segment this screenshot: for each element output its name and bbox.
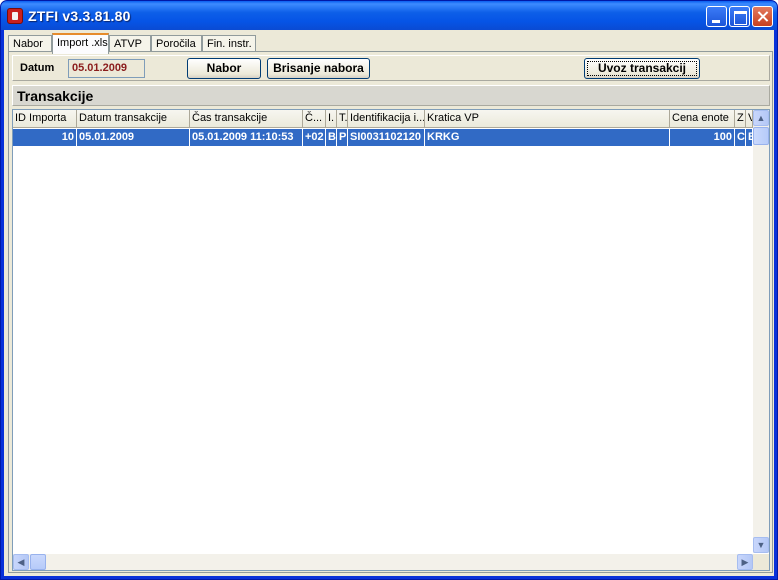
app-icon: [7, 8, 23, 24]
title-bar[interactable]: ZTFI v3.3.81.80: [1, 1, 777, 30]
column-header[interactable]: Kratica VP: [425, 110, 670, 128]
table-cell: KRKG: [425, 129, 670, 146]
datum-label: Datum: [20, 62, 55, 74]
table-cell: P: [337, 129, 348, 146]
column-header[interactable]: Identifikacija i...: [348, 110, 425, 128]
scroll-down-icon[interactable]: ▼: [753, 537, 769, 553]
nabor-button[interactable]: Nabor: [187, 58, 261, 79]
horizontal-scrollbar[interactable]: ◀ ▶: [13, 554, 753, 570]
table-cell: 10: [13, 129, 77, 146]
scroll-up-icon[interactable]: ▲: [753, 110, 769, 126]
tab-import-xls[interactable]: Import .xls: [52, 33, 109, 54]
section-title: Transakcije: [17, 88, 94, 104]
column-header[interactable]: Čas transakcije: [190, 110, 303, 128]
grid-header: ID Importa Datum transakcije Čas transak…: [13, 110, 753, 128]
import-tab-panel: Datum 05.01.2009 Nabor Brisanje nabora U…: [8, 51, 773, 573]
horizontal-scroll-thumb[interactable]: [30, 554, 46, 570]
table-cell: 05.01.2009 11:10:53: [190, 129, 303, 146]
table-cell: E: [746, 129, 753, 146]
column-header[interactable]: ID Importa: [13, 110, 77, 128]
table-row[interactable]: 10 05.01.2009 05.01.2009 11:10:53 +02 B …: [13, 129, 753, 146]
table-cell: 100: [670, 129, 735, 146]
minimize-button[interactable]: [706, 6, 727, 27]
column-header[interactable]: Z: [735, 110, 746, 128]
table-cell: C: [735, 129, 746, 146]
vertical-scrollbar[interactable]: ▲ ▼: [753, 110, 769, 553]
column-header[interactable]: Č...: [303, 110, 326, 128]
brisanje-nabora-button[interactable]: Brisanje nabora: [267, 58, 370, 79]
table-cell: B: [326, 129, 337, 146]
column-header[interactable]: T.: [337, 110, 348, 128]
column-header[interactable]: Cena enote: [670, 110, 735, 128]
column-header[interactable]: Datum transakcije: [77, 110, 190, 128]
column-header[interactable]: V: [746, 110, 753, 128]
client-area: Nabor Import .xls ATVP Poročila Fin. ins…: [4, 30, 774, 576]
table-cell: SI0031102120: [348, 129, 425, 146]
scroll-left-icon[interactable]: ◀: [13, 554, 29, 570]
transactions-grid[interactable]: ID Importa Datum transakcije Čas transak…: [12, 109, 770, 571]
scroll-right-icon[interactable]: ▶: [737, 554, 753, 570]
datum-field[interactable]: 05.01.2009: [68, 59, 145, 78]
close-button[interactable]: [752, 6, 773, 27]
scrollbar-corner: [753, 554, 769, 570]
table-cell: 05.01.2009: [77, 129, 190, 146]
import-toolbar: Datum 05.01.2009 Nabor Brisanje nabora U…: [12, 55, 770, 81]
transakcije-header: Transakcije: [12, 85, 770, 106]
table-cell: +02: [303, 129, 326, 146]
app-window: ZTFI v3.3.81.80 Nabor Import .xls ATVP P…: [0, 0, 778, 580]
vertical-scroll-thumb[interactable]: [753, 127, 769, 145]
maximize-button[interactable]: [729, 6, 750, 27]
window-title: ZTFI v3.3.81.80: [28, 8, 131, 24]
column-header[interactable]: I.: [326, 110, 337, 128]
uvoz-transakcij-button[interactable]: Uvoz transakcij: [584, 58, 700, 79]
